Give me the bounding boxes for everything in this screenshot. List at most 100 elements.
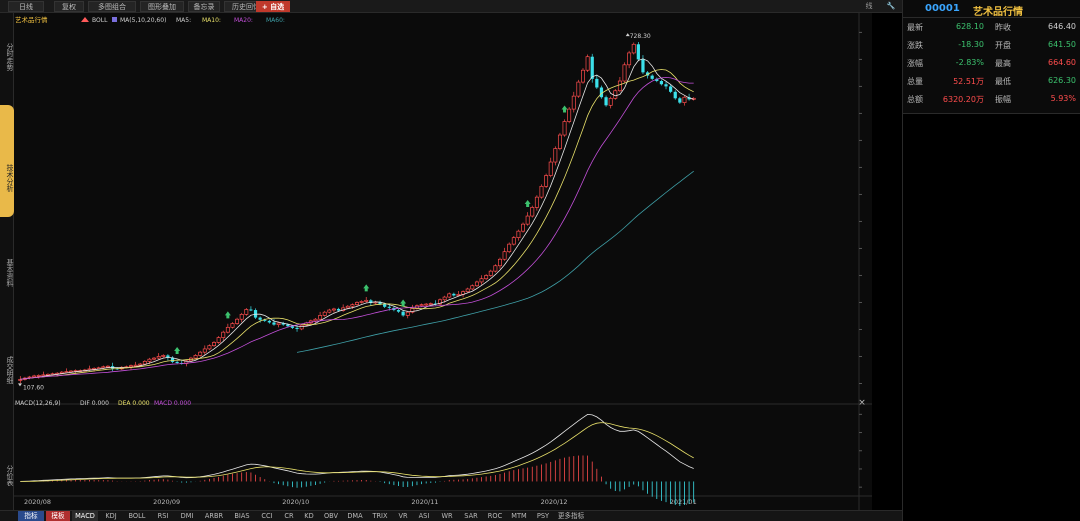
indicator-tab-3[interactable]: KDJ [100, 511, 122, 521]
indicator-tab-18[interactable]: SAR [460, 511, 482, 521]
toolbar-button-4[interactable]: 备忘录 [188, 1, 220, 12]
indicator-tab-1[interactable]: 模板 [46, 511, 70, 521]
candle [617, 80, 622, 92]
candle [345, 305, 350, 309]
candle [571, 95, 576, 110]
candle [383, 304, 387, 307]
indicator-tab-8[interactable]: BIAS [230, 511, 254, 521]
candle [488, 270, 493, 276]
quote-value: -2.83% [955, 58, 984, 67]
candle [313, 318, 318, 322]
quote-label: 涨跌 [907, 41, 923, 50]
quote-label: 最高 [995, 59, 1011, 68]
candle [221, 331, 226, 338]
bull-signal-icon [174, 346, 181, 354]
rail-tab-1[interactable]: 技术分析 [0, 105, 14, 217]
indicator-tab-17[interactable]: WR [436, 511, 458, 521]
rail-tab-2[interactable]: 基本资料 [0, 243, 14, 299]
x-tick: 2020/08 [24, 498, 51, 506]
chart-title: 艺术品行情 [15, 15, 48, 24]
ma-settings-icon[interactable] [112, 17, 117, 22]
rail-tab-3[interactable]: 成交明细 [0, 343, 14, 393]
candle [142, 361, 147, 365]
candle [272, 322, 276, 325]
ma60-label: MA60: [266, 17, 285, 24]
quote-header: 00001 艺术品行情 [903, 0, 1080, 18]
candle [138, 363, 143, 366]
candle [428, 303, 433, 305]
candle [562, 121, 567, 136]
toolbar-button-3[interactable]: 图形叠加 [140, 1, 184, 12]
candle [359, 301, 364, 303]
indicator-tab-20[interactable]: MTM [508, 511, 530, 521]
candle [424, 303, 429, 306]
quote-value: 626.30 [1048, 76, 1076, 85]
macd-macd: MACD 0.000 [154, 400, 191, 407]
quote-name: 艺术品行情 [973, 7, 1023, 18]
indicator-tab-21[interactable]: PSY [532, 511, 554, 521]
candle [548, 161, 553, 176]
indicator-tab-16[interactable]: ASI [414, 511, 434, 521]
tools-icon[interactable]: 🔧 [884, 1, 898, 12]
indicator-tab-0[interactable]: 指标 [18, 511, 44, 521]
ma20-label: MA20: [234, 17, 253, 24]
min-arrow-icon [18, 383, 22, 387]
candle [544, 175, 549, 187]
candle [604, 97, 608, 106]
indicator-tab-5[interactable]: RSI [152, 511, 174, 521]
candle [198, 351, 203, 356]
indicator-tab-14[interactable]: TRIX [368, 511, 392, 521]
indicator-tab-6[interactable]: DMI [176, 511, 198, 521]
indicator-tab-13[interactable]: DMA [344, 511, 366, 521]
indicator-tab-22[interactable]: 更多指标 [556, 511, 586, 521]
x-tick: 2020/11 [411, 498, 438, 506]
quote-label: 总量 [907, 77, 923, 86]
candle [212, 342, 216, 347]
indicator-tab-4[interactable]: BOLL [124, 511, 150, 521]
close-icon[interactable]: × [858, 398, 866, 408]
candle [641, 59, 645, 73]
ruler-icon[interactable]: 线 [862, 1, 876, 12]
rail-tab-0[interactable]: 分时走势 [0, 37, 14, 73]
indicator-tab-12[interactable]: OBV [320, 511, 342, 521]
bull-signal-icon [363, 284, 370, 292]
min-price-label: 107.60 [23, 384, 44, 391]
candle [442, 296, 447, 301]
indicator-tab-11[interactable]: KD [300, 511, 318, 521]
right-blank-panel [902, 114, 1080, 521]
candle [239, 314, 244, 320]
indicator-tab-bar: 指标 模板 MACD KDJ BOLL RSI DMI ARBR BIAS CCI CR KD OBV D… [0, 510, 902, 521]
kline-chart-svg[interactable]: 艺术品行情 BOLL MA(5,10,20,60) MA5: MA10: MA20: … [14, 13, 896, 510]
candle [401, 311, 405, 316]
indicator-tab-10[interactable]: CR [280, 511, 298, 521]
candle [608, 97, 613, 106]
candle [622, 64, 627, 82]
candle [299, 324, 304, 330]
toolbar-button-6[interactable]: + 自选 [256, 1, 290, 12]
indicator-tab-19[interactable]: ROC [484, 511, 506, 521]
indicator-tab-7[interactable]: ARBR [200, 511, 228, 521]
candle [576, 81, 581, 97]
toolbar-button-1[interactable]: 复权 [54, 1, 84, 12]
ma-label: MA(5,10,20,60) [120, 17, 166, 24]
candle [147, 358, 152, 362]
candle [207, 345, 212, 350]
toolbar-button-2[interactable]: 多图组合 [88, 1, 136, 12]
candle [387, 306, 391, 308]
candle [557, 134, 562, 149]
candle [452, 293, 456, 296]
candle [627, 52, 632, 66]
candle [470, 285, 475, 290]
chart-area[interactable]: 艺术品行情 BOLL MA(5,10,20,60) MA5: MA10: MA20: … [14, 13, 896, 510]
candle [133, 364, 138, 367]
indicator-tab-2[interactable]: MACD [72, 511, 98, 521]
candle [631, 43, 636, 54]
indicator-tab-9[interactable]: CCI [256, 511, 278, 521]
rail-tab-4[interactable]: 分价表 [0, 453, 14, 493]
toolbar-button-0[interactable]: 日线 [8, 1, 44, 12]
candle [511, 237, 516, 245]
candle [534, 196, 539, 208]
candle [350, 304, 355, 307]
candle [101, 366, 106, 369]
indicator-tab-15[interactable]: VR [394, 511, 412, 521]
